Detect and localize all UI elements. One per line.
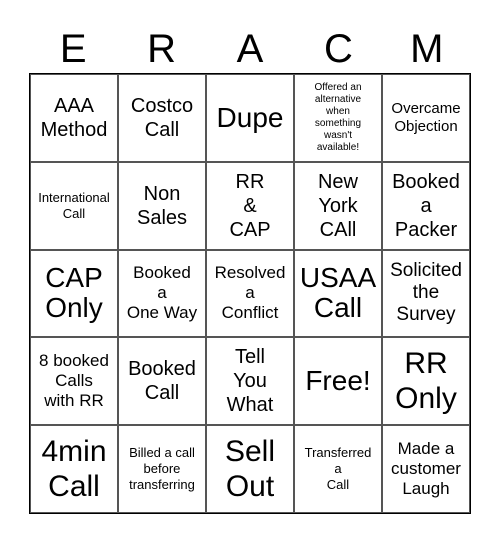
bingo-cell[interactable]: New York CAll — [294, 161, 382, 250]
bingo-cell[interactable]: Made a customer Laugh — [382, 425, 470, 513]
cell-text: Booked a One Way — [126, 263, 198, 323]
cell-text: RR & CAP — [229, 170, 271, 241]
cell-text: New York CAll — [317, 170, 358, 241]
bingo-cell[interactable]: 8 booked Calls with RR — [30, 337, 118, 426]
bingo-cell[interactable]: International Call — [30, 161, 118, 250]
bingo-cell[interactable]: Offered an alternative when something wa… — [294, 74, 382, 162]
cell-text: Overcame Objection — [391, 99, 461, 135]
bingo-header: E R A C M — [29, 26, 471, 72]
bingo-cell[interactable]: AAA Method — [30, 74, 118, 162]
bingo-cell free-space[interactable]: Free! — [294, 337, 382, 426]
cell-text: Made a customer Laugh — [391, 439, 461, 499]
cell-text: USAA Call — [299, 262, 377, 324]
cell-text: Booked Call — [128, 358, 196, 405]
cell-text: Tell You What — [226, 346, 274, 417]
header-letter-m: M — [410, 27, 444, 71]
cell-text: Transferred a Call — [304, 445, 372, 493]
bingo-cell[interactable]: Transferred a Call — [294, 425, 382, 513]
cell-text: 4min Call — [41, 435, 107, 504]
cell-text: Costco Call — [130, 94, 194, 141]
bingo-cell[interactable]: Dupe — [206, 74, 294, 162]
bingo-cell[interactable]: Sell Out — [206, 425, 294, 513]
bingo-cell[interactable]: CAP Only — [30, 249, 118, 338]
bingo-cell[interactable]: 4min Call — [30, 425, 118, 513]
bingo-cell[interactable]: Costco Call — [118, 74, 206, 162]
cell-text: Offered an alternative when something wa… — [314, 81, 362, 153]
cell-text: Dupe — [216, 101, 284, 133]
cell-text: Non Sales — [136, 182, 188, 229]
bingo-cell[interactable]: Booked a Packer — [382, 161, 470, 250]
cell-text: Booked a Packer — [392, 170, 460, 241]
cell-text: RR Only — [395, 347, 457, 416]
bingo-cell[interactable]: USAA Call — [294, 249, 382, 338]
cell-text: Free! — [305, 365, 371, 397]
header-letter-e: E — [59, 27, 87, 71]
bingo-grid: AAA Method Costco Call Dupe Offered an a… — [29, 73, 471, 514]
bingo-cell[interactable]: Booked Call — [118, 337, 206, 426]
cell-text: Solicited the Survey — [390, 260, 462, 326]
bingo-cell[interactable]: Solicited the Survey — [382, 249, 470, 338]
bingo-cell[interactable]: RR Only — [382, 337, 470, 426]
bingo-cell[interactable]: Tell You What — [206, 337, 294, 426]
cell-text: AAA Method — [40, 94, 108, 141]
cell-text: CAP Only — [45, 262, 103, 324]
cell-text: Sell Out — [224, 435, 276, 504]
header-letter-r: R — [147, 27, 177, 71]
cell-text: Billed a call before transferring — [129, 445, 195, 493]
bingo-cell[interactable]: Non Sales — [118, 161, 206, 250]
cell-text: 8 booked Calls with RR — [39, 351, 109, 411]
bingo-cell[interactable]: Resolved a Conflict — [206, 249, 294, 338]
bingo-cell[interactable]: Booked a One Way — [118, 249, 206, 338]
bingo-cell[interactable]: Billed a call before transferring — [118, 425, 206, 513]
cell-text: International Call — [38, 189, 110, 221]
header-letter-c: C — [323, 27, 353, 71]
cell-text: Resolved a Conflict — [214, 263, 286, 323]
bingo-cell[interactable]: Overcame Objection — [382, 74, 470, 162]
header-letter-a: A — [236, 27, 264, 71]
bingo-cell[interactable]: RR & CAP — [206, 161, 294, 250]
